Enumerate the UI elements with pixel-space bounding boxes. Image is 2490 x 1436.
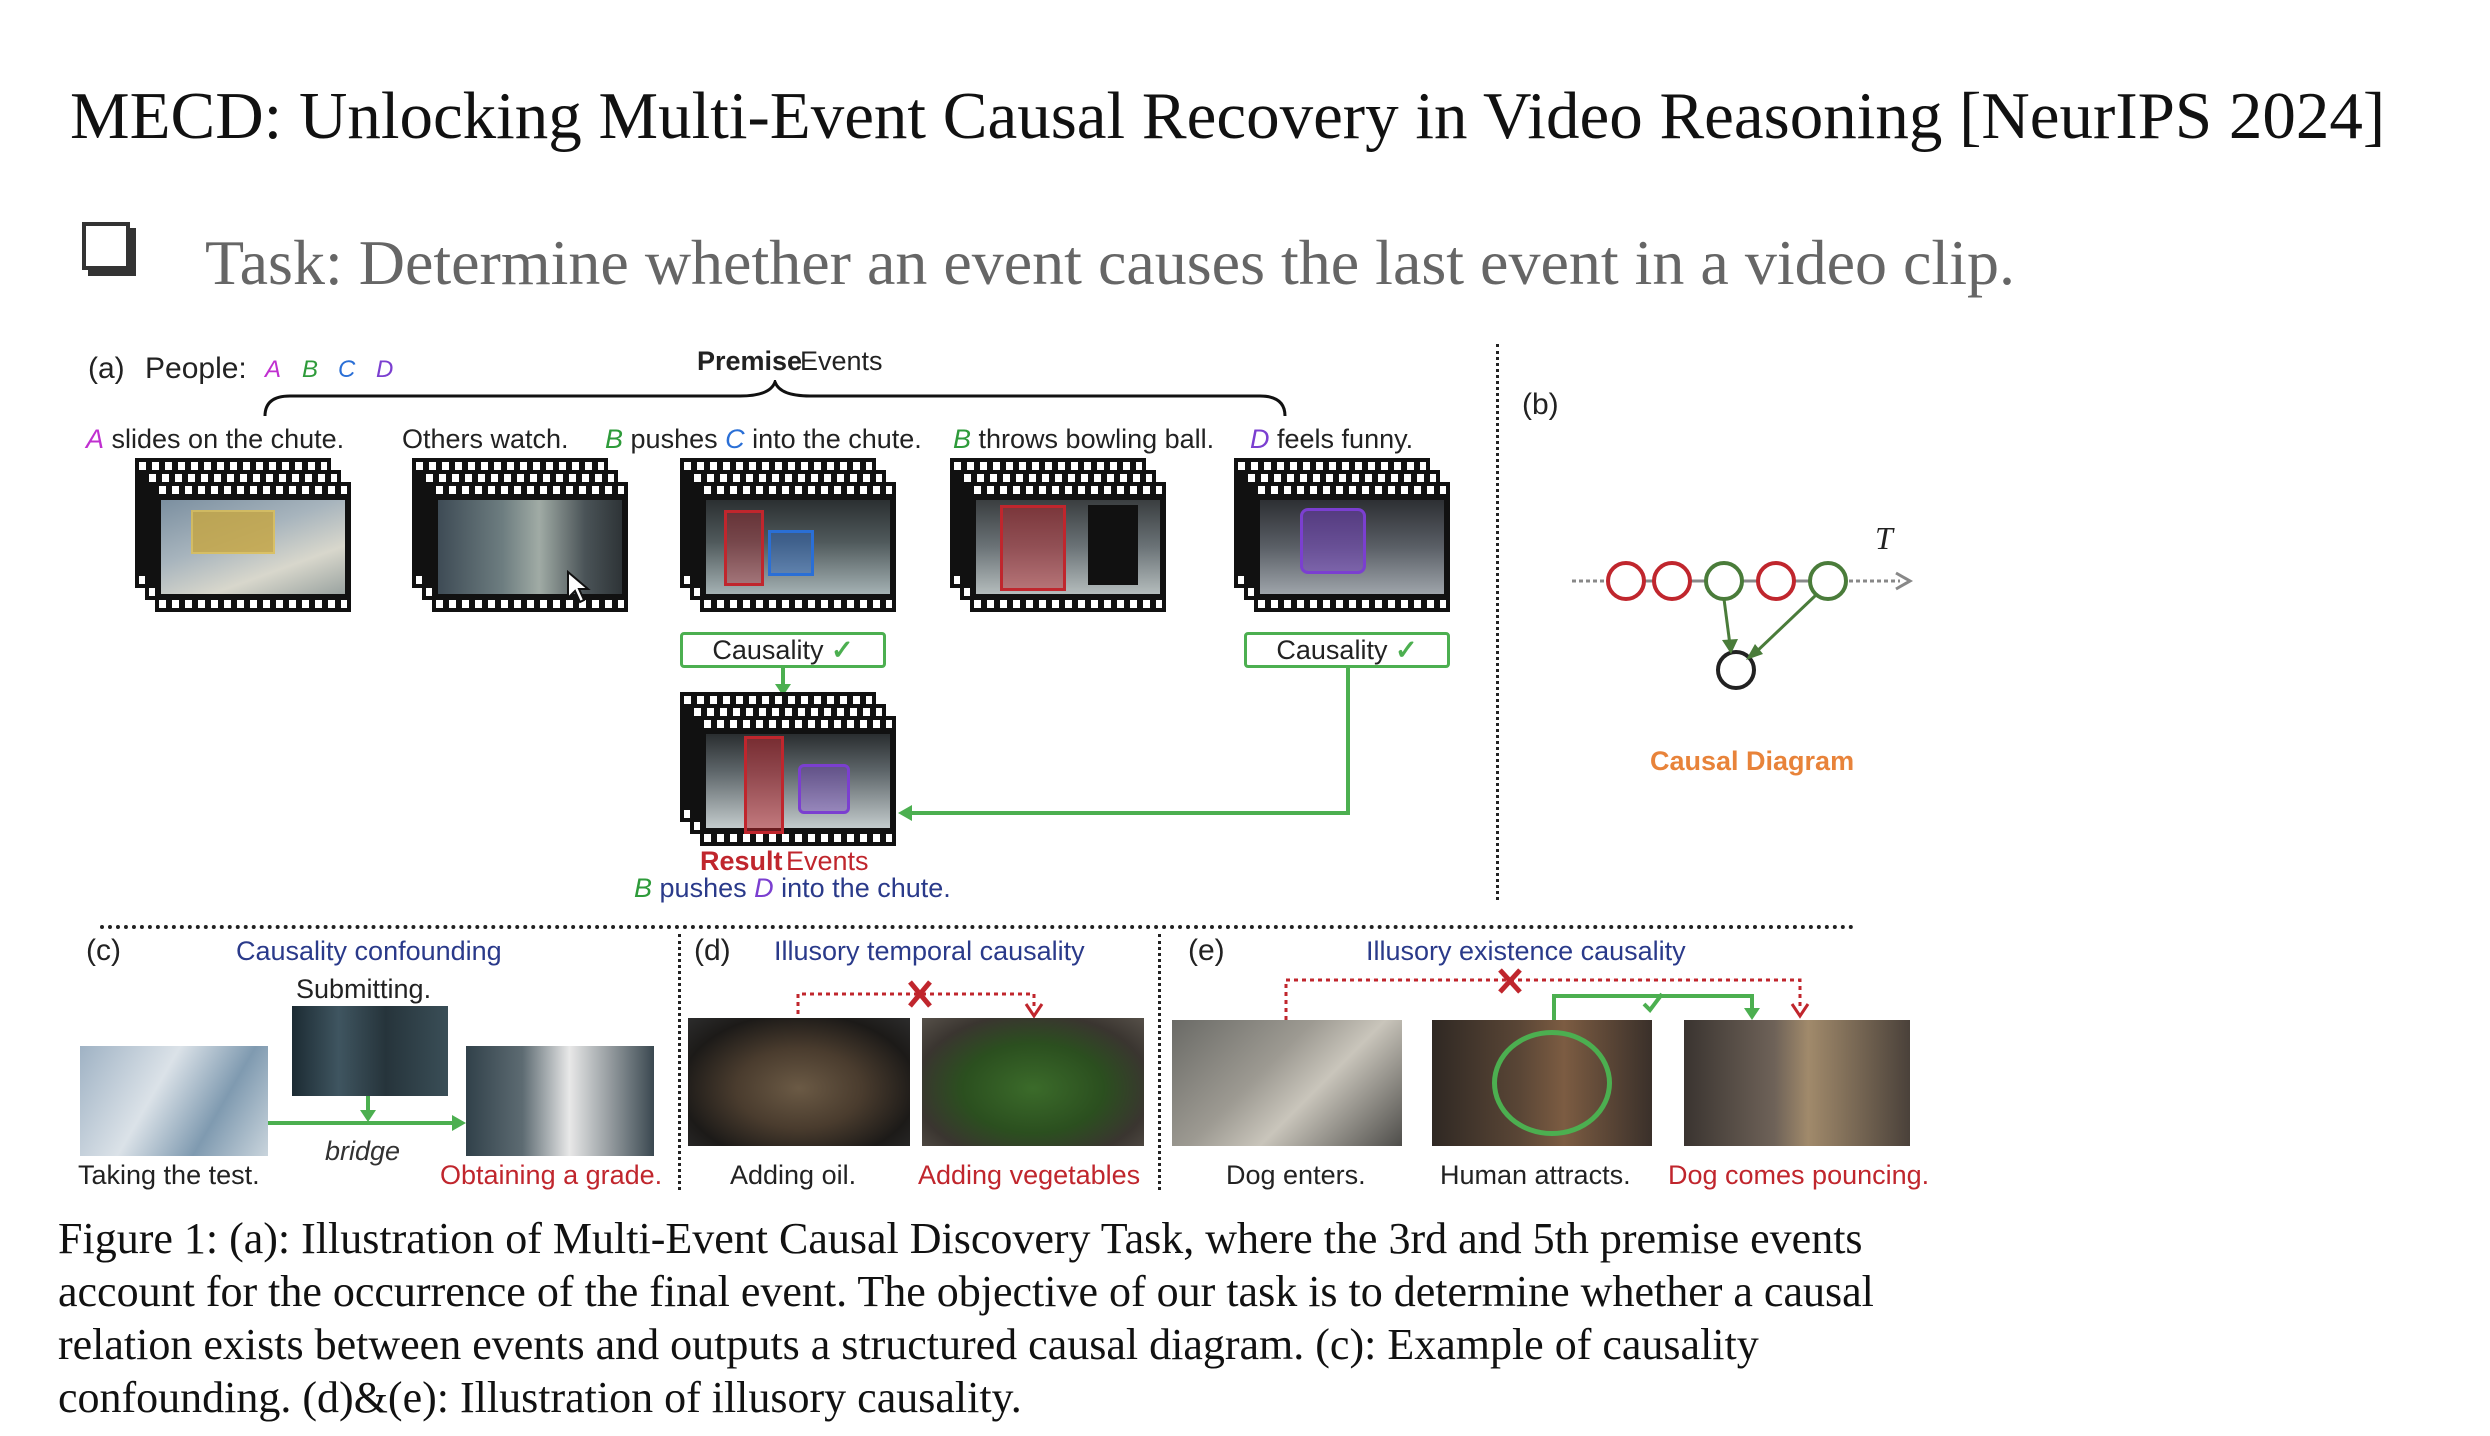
event-5-label: D feels funny. xyxy=(1250,424,1414,454)
premise-brace xyxy=(263,380,1287,417)
panel-e-title: Illusory existence causality xyxy=(1366,936,1686,966)
result-event-label: B pushes D into the chute. xyxy=(634,873,951,903)
obtaining-grade-photo xyxy=(466,1046,654,1156)
causality-box-event-5: Causality ✓ xyxy=(1244,632,1450,668)
taking-test-label: Taking the test. xyxy=(78,1160,260,1190)
separator-top-bottom xyxy=(100,925,1855,929)
human-attracts-label: Human attracts. xyxy=(1440,1160,1631,1190)
premise-label-bold: Premise xyxy=(697,346,803,376)
dog-pouncing-label: Dog comes pouncing. xyxy=(1668,1160,1930,1190)
causality-box-event-3: Causality ✓ xyxy=(680,632,886,668)
panel-e-label: (e) xyxy=(1188,934,1225,967)
submitting-label: Submitting. xyxy=(296,974,432,1004)
panel-a-label: (a) xyxy=(88,352,125,385)
event-2-label: Others watch. xyxy=(402,424,569,454)
panel-d-title: Illusory temporal causality xyxy=(774,936,1085,966)
human-attracts-photo xyxy=(1432,1020,1652,1146)
dog-enters-photo xyxy=(1172,1020,1402,1146)
panel-c-title: Causality confounding xyxy=(236,936,502,966)
people-label: People: xyxy=(145,352,247,385)
figure-caption: Figure 1: (a): Illustration of Multi-Eve… xyxy=(58,1214,1874,1422)
premise-label-rest: Events xyxy=(800,346,883,376)
event-5-clip xyxy=(1234,458,1454,618)
mouse-cursor-icon xyxy=(567,570,591,604)
panel-b-label: (b) xyxy=(1522,388,1559,421)
separator-c-d xyxy=(678,934,681,1190)
bridge-label: bridge xyxy=(325,1136,401,1166)
event-3-label: B pushes C into the chute. xyxy=(605,424,922,454)
check-icon: ✓ xyxy=(830,635,854,665)
causal-diagram-label: Causal Diagram xyxy=(1650,746,1855,776)
existence-arrows xyxy=(1284,968,1810,1020)
adding-oil-label: Adding oil. xyxy=(730,1160,857,1190)
event-3-clip xyxy=(680,458,900,618)
event-1-clip xyxy=(135,458,355,618)
separator-a-b xyxy=(1496,344,1499,900)
obtaining-grade-label: Obtaining a grade. xyxy=(440,1160,663,1190)
task-text: Task: Determine whether an event causes … xyxy=(205,227,2015,298)
cross-icon xyxy=(908,980,932,1008)
t-label: T xyxy=(1875,520,1893,556)
adding-oil-photo xyxy=(688,1018,910,1146)
separator-d-e xyxy=(1158,934,1161,1190)
submitting-photo xyxy=(292,1006,448,1096)
slide-title: MECD: Unlocking Multi-Event Causal Recov… xyxy=(70,79,2386,153)
event-1-label: A slides on the chute. xyxy=(86,424,345,454)
adding-vegetables-label: Adding vegetables xyxy=(918,1160,1141,1190)
event-4-label: B throws bowling ball. xyxy=(953,424,1215,454)
dog-enters-label: Dog enters. xyxy=(1226,1160,1366,1190)
panel-c-label: (c) xyxy=(86,934,121,967)
event-4-clip xyxy=(950,458,1170,618)
panel-d-label: (d) xyxy=(694,934,731,967)
taking-test-photo xyxy=(80,1046,268,1156)
check-icon: ✓ xyxy=(1394,635,1418,665)
result-clip xyxy=(680,692,900,852)
temporal-arrow xyxy=(796,980,1044,1019)
event-2-clip xyxy=(412,458,632,618)
dog-pouncing-photo xyxy=(1684,1020,1910,1146)
adding-vegetables-photo xyxy=(922,1018,1144,1146)
